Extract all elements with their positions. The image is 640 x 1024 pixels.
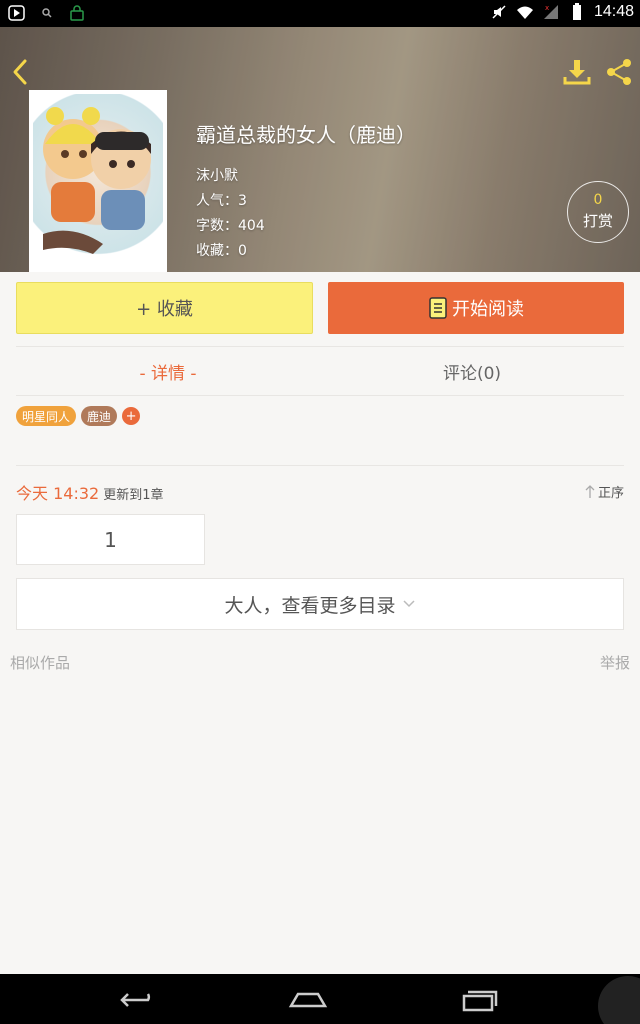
- battery-icon: [572, 3, 581, 20]
- signal-icon: x: [543, 4, 558, 19]
- svg-text:x: x: [545, 4, 549, 12]
- chevron-down-icon: [402, 600, 415, 608]
- search-icon: [42, 8, 52, 18]
- back-arrow-icon[interactable]: [8, 57, 32, 87]
- tag-item[interactable]: 明星同人: [16, 406, 77, 426]
- update-row: 今天 14:32 更新到1章 正序: [16, 480, 624, 504]
- tab-comments[interactable]: 评论(0): [320, 347, 624, 395]
- start-reading-label: 开始阅读: [452, 299, 524, 320]
- status-bar: x 14:48: [0, 0, 640, 27]
- book-icon: [429, 297, 447, 319]
- book-header: 霸道总裁的女人（鹿迪） 沫小默 人气：3 字数：404 收藏：0 0 打赏: [0, 27, 640, 272]
- chapter-item[interactable]: 1: [16, 514, 205, 565]
- start-reading-button[interactable]: 开始阅读: [328, 282, 624, 334]
- book-cover[interactable]: [29, 90, 167, 272]
- update-text: 更新到1章: [103, 488, 164, 503]
- tip-count: 0: [593, 192, 603, 208]
- wifi-icon: [516, 6, 533, 19]
- download-icon[interactable]: [562, 57, 592, 87]
- more-chapters-button[interactable]: 大人，查看更多目录: [16, 578, 624, 630]
- home-nav-icon[interactable]: [288, 988, 328, 1012]
- more-chapters-label: 大人，查看更多目录: [224, 594, 396, 617]
- lock-app-icon: [70, 5, 84, 21]
- detail-tabs: - 详情 - 评论(0): [16, 346, 624, 396]
- tab-details[interactable]: - 详情 -: [16, 347, 320, 395]
- recent-apps-icon[interactable]: [460, 988, 500, 1012]
- tip-label: 打赏: [582, 212, 613, 230]
- book-favorites: 收藏：0: [196, 243, 247, 259]
- collect-button-label: + 收藏: [136, 299, 193, 320]
- collect-button[interactable]: + 收藏: [16, 282, 313, 334]
- mute-icon: [492, 5, 506, 19]
- book-author[interactable]: 沫小默: [196, 164, 416, 189]
- report-link[interactable]: 举报: [600, 652, 630, 673]
- chapter-number: 1: [104, 527, 117, 552]
- cover-art-image: [43, 107, 151, 254]
- update-time: 今天 14:32: [16, 484, 100, 503]
- tip-button[interactable]: 0 打赏: [567, 181, 629, 243]
- arrow-up-icon: [585, 484, 595, 498]
- sort-button[interactable]: 正序: [584, 482, 624, 501]
- book-title: 霸道总裁的女人（鹿迪）: [196, 123, 416, 147]
- play-store-icon: [8, 5, 25, 21]
- system-nav-bar: [0, 974, 640, 1024]
- floating-assistant[interactable]: [598, 976, 640, 1024]
- share-icon[interactable]: [604, 57, 634, 87]
- cover-illustration: [33, 94, 163, 268]
- status-time: 14:48: [593, 3, 634, 20]
- book-word-count: 字数：404: [196, 218, 265, 234]
- add-tag-button[interactable]: +: [122, 407, 141, 425]
- book-info: 霸道总裁的女人（鹿迪） 沫小默 人气：3 字数：404 收藏：0: [196, 119, 416, 264]
- similar-works-label: 相似作品: [10, 654, 71, 672]
- book-popularity: 人气：3: [196, 193, 247, 209]
- back-nav-icon[interactable]: [118, 988, 158, 1012]
- section-divider: [16, 465, 624, 466]
- tag-list: 明星同人 鹿迪 +: [16, 406, 141, 426]
- sort-label: 正序: [597, 486, 624, 501]
- tag-item[interactable]: 鹿迪: [81, 406, 118, 426]
